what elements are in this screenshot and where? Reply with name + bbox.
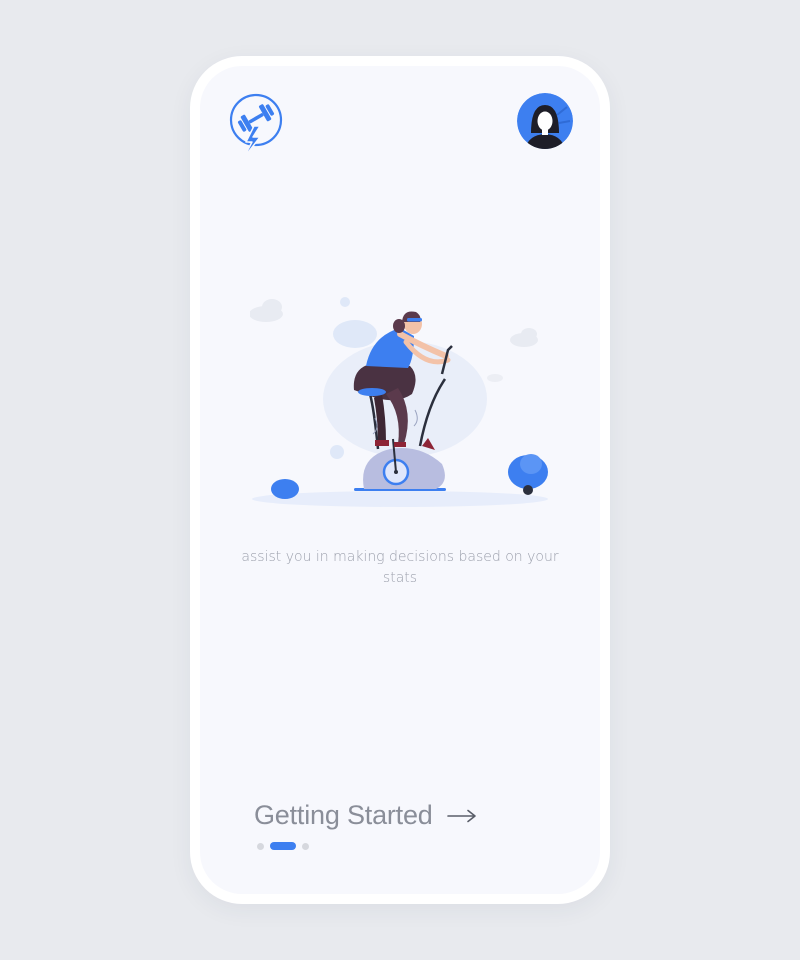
page-dot[interactable] <box>302 842 309 850</box>
getting-started-button[interactable]: Getting Started <box>254 800 477 831</box>
arrow-right-icon <box>446 809 476 822</box>
page-dot[interactable] <box>257 842 264 850</box>
app-logo-icon[interactable] <box>228 92 286 162</box>
onboarding-tagline: assist you in making decisions based on … <box>241 549 559 586</box>
phone-frame: assist you in making decisions based on … <box>190 56 610 904</box>
getting-started-label: Getting Started <box>254 800 433 830</box>
page-indicator <box>257 842 309 850</box>
avatar[interactable] <box>517 93 573 149</box>
exercise-bike-illustration <box>249 294 550 514</box>
cloud-icon <box>249 299 283 322</box>
onboarding-screen: assist you in making decisions based on … <box>200 66 600 894</box>
page-dot-active[interactable] <box>270 842 296 850</box>
